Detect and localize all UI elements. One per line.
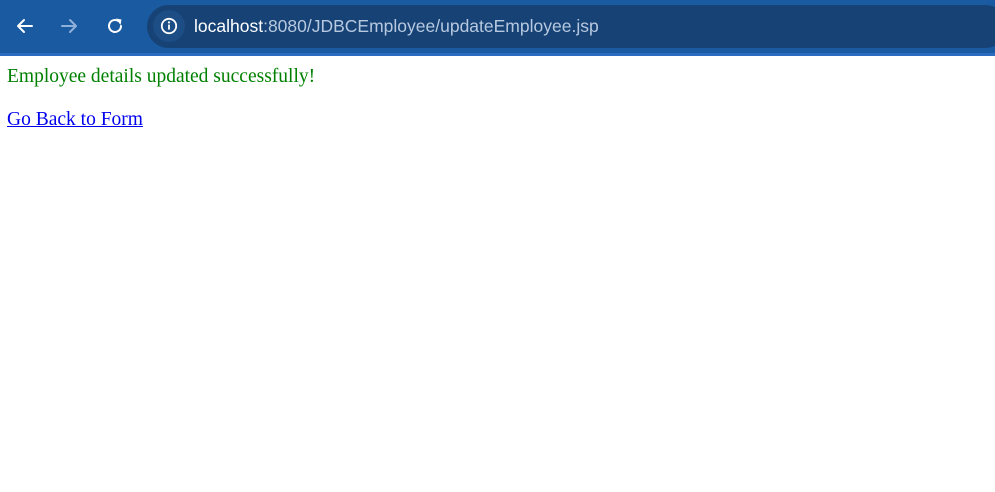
url-host: localhost [194, 16, 264, 36]
browser-toolbar: localhost:8080/JDBCEmployee/updateEmploy… [0, 0, 995, 56]
arrow-left-icon [17, 19, 33, 33]
url-text[interactable]: localhost:8080/JDBCEmployee/updateEmploy… [194, 5, 599, 48]
address-bar[interactable]: localhost:8080/JDBCEmployee/updateEmploy… [147, 5, 995, 48]
back-button[interactable] [7, 8, 43, 44]
reload-button[interactable] [97, 8, 133, 44]
go-back-link[interactable]: Go Back to Form [7, 109, 143, 131]
success-message: Employee details updated successfully! [7, 66, 316, 87]
forward-button[interactable] [51, 8, 87, 44]
info-circle-icon [160, 17, 178, 35]
arrow-right-icon [61, 19, 77, 33]
reload-icon [108, 18, 122, 33]
url-path: :8080/JDBCEmployee/updateEmployee.jsp [263, 16, 599, 36]
site-info-button[interactable] [153, 10, 185, 42]
